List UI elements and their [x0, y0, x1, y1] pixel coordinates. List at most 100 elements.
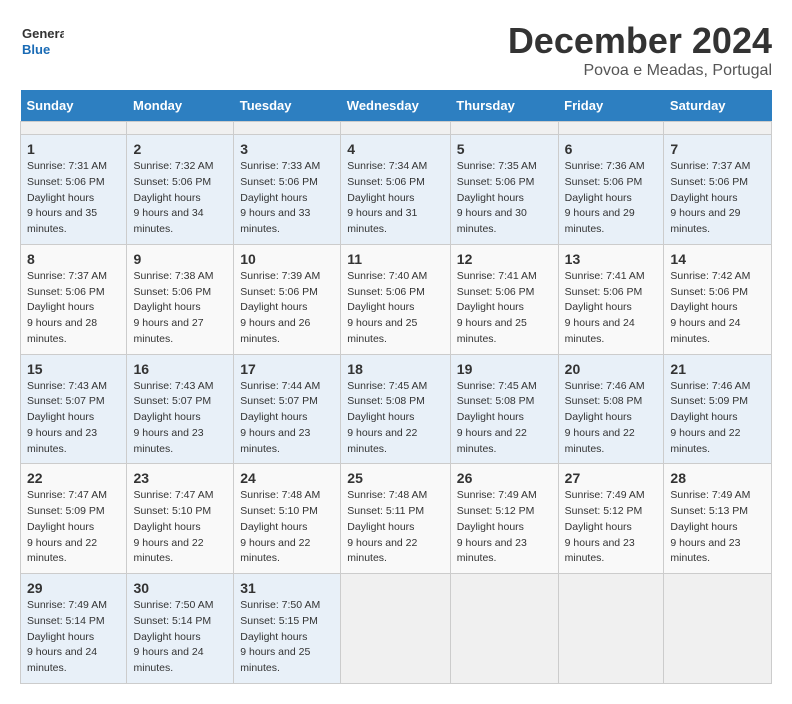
- day-detail: Sunrise: 7:33 AM Sunset: 5:06 PM Dayligh…: [240, 160, 320, 235]
- table-row: 11 Sunrise: 7:40 AM Sunset: 5:06 PM Dayl…: [341, 244, 451, 354]
- logo: General Blue: [20, 20, 64, 64]
- table-row: 6 Sunrise: 7:36 AM Sunset: 5:06 PM Dayli…: [558, 135, 664, 245]
- header-sunday: Sunday: [21, 90, 127, 122]
- day-detail: Sunrise: 7:47 AM Sunset: 5:09 PM Dayligh…: [27, 489, 107, 564]
- day-detail: Sunrise: 7:48 AM Sunset: 5:10 PM Dayligh…: [240, 489, 320, 564]
- table-row: [341, 574, 451, 684]
- day-detail: Sunrise: 7:31 AM Sunset: 5:06 PM Dayligh…: [27, 160, 107, 235]
- calendar-header-row: Sunday Monday Tuesday Wednesday Thursday…: [21, 90, 772, 122]
- table-row: [558, 574, 664, 684]
- day-detail: Sunrise: 7:41 AM Sunset: 5:06 PM Dayligh…: [565, 270, 645, 345]
- table-row: 28 Sunrise: 7:49 AM Sunset: 5:13 PM Dayl…: [664, 464, 772, 574]
- day-detail: Sunrise: 7:38 AM Sunset: 5:06 PM Dayligh…: [133, 270, 213, 345]
- table-row: 5 Sunrise: 7:35 AM Sunset: 5:06 PM Dayli…: [450, 135, 558, 245]
- table-row: 4 Sunrise: 7:34 AM Sunset: 5:06 PM Dayli…: [341, 135, 451, 245]
- day-detail: Sunrise: 7:50 AM Sunset: 5:14 PM Dayligh…: [133, 599, 213, 674]
- logo-svg: General Blue: [20, 20, 64, 64]
- day-detail: Sunrise: 7:36 AM Sunset: 5:06 PM Dayligh…: [565, 160, 645, 235]
- day-detail: Sunrise: 7:34 AM Sunset: 5:06 PM Dayligh…: [347, 160, 427, 235]
- day-number: 28: [670, 470, 765, 486]
- table-row: 7 Sunrise: 7:37 AM Sunset: 5:06 PM Dayli…: [664, 135, 772, 245]
- day-number: 9: [133, 251, 227, 267]
- day-detail: Sunrise: 7:40 AM Sunset: 5:06 PM Dayligh…: [347, 270, 427, 345]
- day-number: 15: [27, 361, 120, 377]
- day-detail: Sunrise: 7:45 AM Sunset: 5:08 PM Dayligh…: [457, 380, 537, 455]
- day-number: 12: [457, 251, 552, 267]
- day-detail: Sunrise: 7:43 AM Sunset: 5:07 PM Dayligh…: [27, 380, 107, 455]
- table-row: 3 Sunrise: 7:33 AM Sunset: 5:06 PM Dayli…: [234, 135, 341, 245]
- day-number: 16: [133, 361, 227, 377]
- table-row: 9 Sunrise: 7:38 AM Sunset: 5:06 PM Dayli…: [127, 244, 234, 354]
- day-number: 29: [27, 580, 120, 596]
- header-friday: Friday: [558, 90, 664, 122]
- table-row: 13 Sunrise: 7:41 AM Sunset: 5:06 PM Dayl…: [558, 244, 664, 354]
- table-row: 12 Sunrise: 7:41 AM Sunset: 5:06 PM Dayl…: [450, 244, 558, 354]
- day-number: 1: [27, 141, 120, 157]
- calendar-week-row: [21, 122, 772, 135]
- day-number: 5: [457, 141, 552, 157]
- calendar-table: Sunday Monday Tuesday Wednesday Thursday…: [20, 90, 772, 684]
- calendar-week-row: 1 Sunrise: 7:31 AM Sunset: 5:06 PM Dayli…: [21, 135, 772, 245]
- day-number: 18: [347, 361, 444, 377]
- table-row: 27 Sunrise: 7:49 AM Sunset: 5:12 PM Dayl…: [558, 464, 664, 574]
- day-number: 24: [240, 470, 334, 486]
- title-section: December 2024 Povoa e Meadas, Portugal: [508, 20, 772, 80]
- table-row: 15 Sunrise: 7:43 AM Sunset: 5:07 PM Dayl…: [21, 354, 127, 464]
- calendar-week-row: 29 Sunrise: 7:49 AM Sunset: 5:14 PM Dayl…: [21, 574, 772, 684]
- day-detail: Sunrise: 7:49 AM Sunset: 5:13 PM Dayligh…: [670, 489, 750, 564]
- table-row: [341, 122, 451, 135]
- day-number: 3: [240, 141, 334, 157]
- day-detail: Sunrise: 7:32 AM Sunset: 5:06 PM Dayligh…: [133, 160, 213, 235]
- table-row: 22 Sunrise: 7:47 AM Sunset: 5:09 PM Dayl…: [21, 464, 127, 574]
- day-detail: Sunrise: 7:50 AM Sunset: 5:15 PM Dayligh…: [240, 599, 320, 674]
- day-number: 20: [565, 361, 658, 377]
- table-row: 29 Sunrise: 7:49 AM Sunset: 5:14 PM Dayl…: [21, 574, 127, 684]
- table-row: 24 Sunrise: 7:48 AM Sunset: 5:10 PM Dayl…: [234, 464, 341, 574]
- table-row: [664, 122, 772, 135]
- table-row: 19 Sunrise: 7:45 AM Sunset: 5:08 PM Dayl…: [450, 354, 558, 464]
- table-row: 26 Sunrise: 7:49 AM Sunset: 5:12 PM Dayl…: [450, 464, 558, 574]
- day-detail: Sunrise: 7:41 AM Sunset: 5:06 PM Dayligh…: [457, 270, 537, 345]
- table-row: [450, 122, 558, 135]
- day-detail: Sunrise: 7:42 AM Sunset: 5:06 PM Dayligh…: [670, 270, 750, 345]
- day-number: 13: [565, 251, 658, 267]
- day-number: 25: [347, 470, 444, 486]
- table-row: 10 Sunrise: 7:39 AM Sunset: 5:06 PM Dayl…: [234, 244, 341, 354]
- table-row: 23 Sunrise: 7:47 AM Sunset: 5:10 PM Dayl…: [127, 464, 234, 574]
- day-detail: Sunrise: 7:37 AM Sunset: 5:06 PM Dayligh…: [670, 160, 750, 235]
- table-row: 1 Sunrise: 7:31 AM Sunset: 5:06 PM Dayli…: [21, 135, 127, 245]
- day-number: 7: [670, 141, 765, 157]
- day-number: 2: [133, 141, 227, 157]
- day-detail: Sunrise: 7:43 AM Sunset: 5:07 PM Dayligh…: [133, 380, 213, 455]
- day-detail: Sunrise: 7:49 AM Sunset: 5:14 PM Dayligh…: [27, 599, 107, 674]
- day-number: 22: [27, 470, 120, 486]
- day-number: 10: [240, 251, 334, 267]
- day-detail: Sunrise: 7:49 AM Sunset: 5:12 PM Dayligh…: [565, 489, 645, 564]
- calendar-week-row: 8 Sunrise: 7:37 AM Sunset: 5:06 PM Dayli…: [21, 244, 772, 354]
- day-number: 14: [670, 251, 765, 267]
- table-row: 18 Sunrise: 7:45 AM Sunset: 5:08 PM Dayl…: [341, 354, 451, 464]
- page-title: December 2024: [508, 20, 772, 62]
- day-detail: Sunrise: 7:47 AM Sunset: 5:10 PM Dayligh…: [133, 489, 213, 564]
- table-row: [21, 122, 127, 135]
- day-number: 11: [347, 251, 444, 267]
- table-row: [558, 122, 664, 135]
- day-number: 4: [347, 141, 444, 157]
- table-row: 21 Sunrise: 7:46 AM Sunset: 5:09 PM Dayl…: [664, 354, 772, 464]
- day-number: 27: [565, 470, 658, 486]
- page-header: General Blue December 2024 Povoa e Meada…: [20, 20, 772, 80]
- day-number: 26: [457, 470, 552, 486]
- table-row: 30 Sunrise: 7:50 AM Sunset: 5:14 PM Dayl…: [127, 574, 234, 684]
- day-detail: Sunrise: 7:46 AM Sunset: 5:08 PM Dayligh…: [565, 380, 645, 455]
- day-number: 21: [670, 361, 765, 377]
- day-detail: Sunrise: 7:37 AM Sunset: 5:06 PM Dayligh…: [27, 270, 107, 345]
- table-row: 31 Sunrise: 7:50 AM Sunset: 5:15 PM Dayl…: [234, 574, 341, 684]
- day-number: 23: [133, 470, 227, 486]
- day-number: 17: [240, 361, 334, 377]
- day-detail: Sunrise: 7:44 AM Sunset: 5:07 PM Dayligh…: [240, 380, 320, 455]
- table-row: [127, 122, 234, 135]
- table-row: [664, 574, 772, 684]
- header-wednesday: Wednesday: [341, 90, 451, 122]
- calendar-week-row: 15 Sunrise: 7:43 AM Sunset: 5:07 PM Dayl…: [21, 354, 772, 464]
- day-number: 19: [457, 361, 552, 377]
